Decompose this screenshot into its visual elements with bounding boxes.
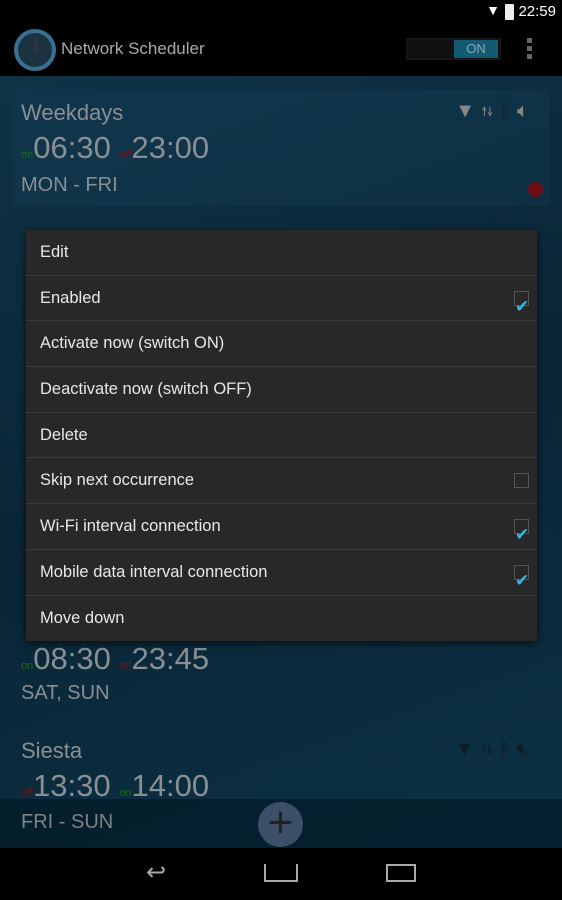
- schedule-card[interactable]: on08:30 off23:45 SAT, SUN: [13, 641, 549, 721]
- toggle-label: ON: [454, 40, 498, 58]
- overflow-menu-icon[interactable]: [527, 38, 533, 60]
- menu-item-move-down[interactable]: Move down: [26, 596, 537, 642]
- menu-item-activate-now[interactable]: Activate now (switch ON): [26, 321, 537, 368]
- skip-next-checkbox[interactable]: [514, 473, 529, 489]
- mobile-data-icon: ⇅: [480, 738, 499, 760]
- schedule-times: on06:30 off23:00: [21, 130, 210, 165]
- navigation-bar: ↩: [0, 848, 562, 900]
- battery-icon: [505, 4, 514, 20]
- schedule-days: SAT, SUN: [21, 682, 110, 704]
- app-logo-icon[interactable]: [14, 29, 56, 71]
- schedule-card[interactable]: Weekdays on06:30 off23:00 MON - FRI ▼⇅ᛒ🔈…: [13, 90, 549, 206]
- menu-item-edit[interactable]: Edit: [26, 230, 537, 276]
- volume-icon: 🔈︎: [517, 100, 535, 122]
- menu-item-wifi-interval[interactable]: Wi-Fi interval connection: [26, 504, 537, 557]
- status-dot: [528, 182, 543, 197]
- menu-item-mobile-interval[interactable]: Mobile data interval connection: [26, 550, 537, 603]
- mobile-interval-checkbox[interactable]: [514, 558, 529, 603]
- status-time: 22:59: [518, 3, 556, 20]
- menu-item-skip-next[interactable]: Skip next occurrence: [26, 458, 537, 505]
- bluetooth-icon: ᛒ: [499, 100, 517, 122]
- status-bar: ▼ 22:59: [0, 0, 562, 25]
- schedule-times: on08:30 off23:45: [21, 641, 210, 676]
- enabled-checkbox[interactable]: [514, 284, 529, 329]
- volume-muted-icon: 🔇︎: [516, 738, 535, 760]
- schedule-days: MON - FRI: [21, 174, 118, 196]
- menu-item-enabled[interactable]: Enabled: [26, 276, 537, 329]
- recents-icon[interactable]: [386, 864, 416, 882]
- add-schedule-button[interactable]: +: [258, 801, 303, 847]
- home-icon[interactable]: [264, 864, 298, 882]
- schedule-icons: ▼⇅ᛒ🔈︎: [455, 100, 535, 123]
- app-title: Network Scheduler: [61, 39, 205, 58]
- wifi-icon: ▼: [454, 738, 481, 760]
- schedule-name: Weekdays: [21, 100, 124, 125]
- wifi-interval-checkbox[interactable]: [514, 512, 529, 557]
- action-bar: Network Scheduler ON: [0, 25, 562, 76]
- mobile-data-icon: ⇅: [481, 100, 499, 122]
- menu-item-deactivate-now[interactable]: Deactivate now (switch OFF): [26, 367, 537, 413]
- schedule-times: off13:30 on14:00: [21, 768, 210, 803]
- schedule-name: Siesta: [21, 738, 83, 763]
- wifi-icon: ▼: [486, 2, 500, 18]
- context-menu: Edit Enabled Activate now (switch ON) De…: [26, 230, 537, 642]
- wifi-icon: ▼: [455, 100, 481, 122]
- bluetooth-icon: ᛒ: [498, 738, 517, 760]
- menu-item-delete[interactable]: Delete: [26, 413, 537, 459]
- master-toggle[interactable]: ON: [406, 38, 501, 60]
- schedule-icons: ▼⇅ᛒ🔇︎: [455, 738, 535, 761]
- schedule-days: FRI - SUN: [21, 811, 114, 833]
- back-icon[interactable]: ↩: [146, 858, 166, 887]
